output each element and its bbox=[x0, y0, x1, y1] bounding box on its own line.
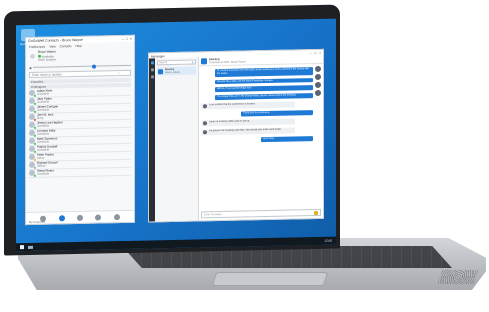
avatar bbox=[203, 121, 207, 126]
message-incoming: I can confirm that the conference is boo… bbox=[201, 101, 295, 110]
footer-label: My GoGoWell bbox=[29, 220, 46, 224]
user-status[interactable]: Bruce Wayne Available Work location bbox=[26, 47, 134, 65]
menu-preferences[interactable]: Preferences bbox=[29, 44, 45, 48]
contact-search-input[interactable] bbox=[32, 70, 119, 77]
new-conversation-icon[interactable]: + bbox=[192, 60, 194, 65]
avatar bbox=[29, 122, 36, 129]
maximize-icon[interactable]: □ bbox=[126, 37, 128, 41]
chat-subtitle: Thursday at 2PM - Board Room bbox=[209, 60, 246, 65]
avatar bbox=[29, 154, 36, 161]
avatar bbox=[29, 162, 36, 169]
people-icon[interactable] bbox=[150, 75, 154, 79]
clock: 12:00 bbox=[324, 238, 332, 243]
chat-icon[interactable] bbox=[150, 61, 154, 65]
volume-slider[interactable]: ◀ bbox=[29, 64, 131, 70]
menu-help[interactable]: Help bbox=[75, 43, 81, 47]
avatar bbox=[203, 104, 207, 109]
avatar bbox=[29, 98, 36, 105]
contacts-window: GoGoWell Contacts - Bruce Wayne – □ × Pr… bbox=[25, 34, 135, 226]
avatar bbox=[203, 130, 207, 135]
group-icon bbox=[158, 68, 163, 74]
share-icon[interactable] bbox=[315, 81, 321, 89]
chat-pane: Meeting Thursday at 2PM - Board Room I'l… bbox=[199, 54, 323, 221]
message-list: I'll connect everyone once the call is i… bbox=[201, 67, 313, 146]
taskbar: 12:00 bbox=[16, 236, 336, 252]
screen: GoSoftphone GoGoWell Contacts - Bruce Wa… bbox=[16, 18, 336, 252]
message-outgoing: Thank you for confirming. bbox=[241, 110, 313, 117]
contact-list: Adam Klein Available Jack Pyder Available … bbox=[29, 87, 131, 178]
trackpad bbox=[211, 272, 329, 286]
message-outgoing: The design files are in the shared folde… bbox=[215, 93, 313, 101]
doc-icon[interactable] bbox=[150, 68, 154, 72]
slider-track[interactable] bbox=[33, 64, 131, 69]
start-icon[interactable] bbox=[20, 245, 24, 250]
message-incoming: I'm going to be meeting with them. We sh… bbox=[201, 127, 295, 136]
call-icon[interactable] bbox=[315, 65, 321, 73]
composer-placeholder: Enter message bbox=[204, 212, 222, 217]
message-outgoing: Will do, I'll set up the bridge now. bbox=[215, 85, 313, 93]
avatar bbox=[29, 114, 36, 121]
avatar bbox=[29, 106, 36, 113]
minimize-icon[interactable]: – bbox=[310, 51, 312, 55]
contact-search[interactable]: ⌕ bbox=[29, 69, 131, 78]
chat-header: Meeting Thursday at 2PM - Board Room bbox=[199, 54, 323, 67]
conversation-item[interactable]: Meeting Bruce, Adam bbox=[157, 66, 196, 76]
favorites-icon[interactable] bbox=[76, 214, 83, 221]
speaker-icon: ◀ bbox=[29, 65, 32, 70]
conversation-search-placeholder: Search bbox=[159, 61, 168, 65]
group-label: Favorites bbox=[31, 79, 44, 84]
voicemail-icon[interactable] bbox=[113, 213, 120, 220]
conversation-search[interactable]: Search + bbox=[157, 59, 196, 66]
group-icon bbox=[201, 58, 207, 65]
slider-knob[interactable] bbox=[91, 64, 96, 69]
menu-view[interactable]: View bbox=[49, 44, 55, 48]
avatar bbox=[29, 170, 36, 177]
avatar bbox=[29, 90, 36, 97]
contacts-footer: My GoGoWell bbox=[26, 209, 134, 225]
maximize-icon[interactable]: □ bbox=[314, 50, 316, 54]
history-icon[interactable] bbox=[95, 213, 102, 221]
message-composer[interactable]: Enter message bbox=[201, 208, 321, 219]
avatar bbox=[29, 130, 36, 137]
chat-tools bbox=[315, 65, 321, 97]
laptop: GoSoftphone GoGoWell Contacts - Bruce Wa… bbox=[0, 0, 489, 312]
emoji-icon[interactable] bbox=[314, 210, 318, 215]
close-icon[interactable]: × bbox=[130, 37, 132, 41]
minimize-icon[interactable]: – bbox=[122, 37, 124, 41]
list-item[interactable]: Steve Rivers Available bbox=[29, 167, 131, 178]
laptop-lid: GoSoftphone GoGoWell Contacts - Bruce Wa… bbox=[4, 4, 340, 256]
message-outgoing: Sounds like a plan. Let me know if anyth… bbox=[215, 77, 313, 85]
messages-window: Messages – □ × Search + Meeting Bruce, A… bbox=[148, 48, 324, 223]
video-icon[interactable] bbox=[315, 73, 321, 81]
avatar bbox=[29, 146, 36, 153]
avatar bbox=[29, 53, 36, 61]
user-location: Work location bbox=[38, 57, 57, 62]
contacts-icon[interactable] bbox=[58, 214, 65, 221]
search-icon[interactable]: ⌕ bbox=[118, 71, 120, 75]
menu-contacts[interactable]: Contacts bbox=[60, 44, 72, 48]
conversation-list: Search + Meeting Bruce, Adam bbox=[155, 57, 199, 222]
message-incoming: I plan on arriving a little early to set… bbox=[201, 118, 295, 127]
taskbar-app-icon[interactable] bbox=[28, 245, 33, 249]
more-icon[interactable] bbox=[315, 89, 321, 97]
close-icon[interactable]: × bbox=[319, 50, 321, 54]
speaker-grille bbox=[437, 270, 479, 284]
message-outgoing: I'll connect everyone once the call is i… bbox=[215, 67, 313, 77]
avatar bbox=[29, 138, 36, 145]
message-outgoing: Sure thing. bbox=[261, 135, 313, 142]
